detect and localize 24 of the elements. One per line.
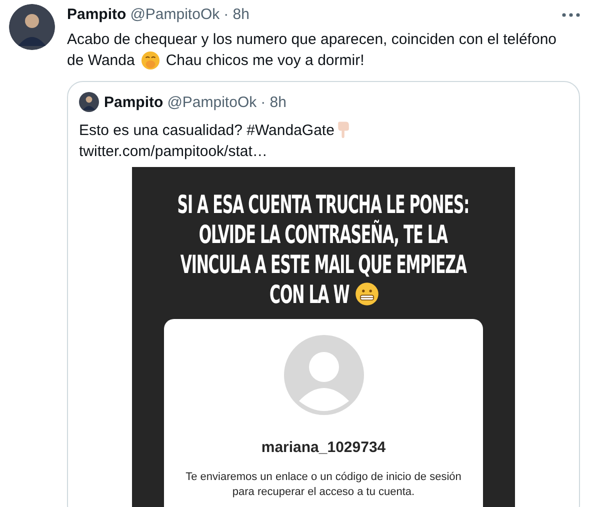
profile-silhouette-icon bbox=[284, 335, 364, 415]
face-hand-over-mouth-icon bbox=[140, 51, 160, 70]
tweet-text: de Wanda bbox=[67, 51, 135, 71]
author-name[interactable]: Pampito bbox=[67, 6, 126, 23]
author-handle[interactable]: @PampitoOk bbox=[130, 6, 220, 23]
story-headline: VINCULA A ESTE MAIL QUE EMPIEZA bbox=[180, 250, 467, 278]
grimacing-face-icon bbox=[354, 282, 379, 306]
tweet-time: · 8h bbox=[260, 94, 286, 110]
avatar-photo-placeholder[interactable] bbox=[9, 4, 55, 50]
quoted-tweet-text: Esto es una casualidad? #WandaGate bbox=[79, 122, 334, 139]
author-name: Pampito bbox=[104, 94, 164, 110]
more-options-icon[interactable] bbox=[562, 12, 580, 16]
username: mariana_1029734 bbox=[261, 439, 386, 456]
tweet-text: Chau chicos me voy a dormir! bbox=[166, 51, 364, 71]
story-headline: SI A ESA CUENTA TRUCHA LE PONES: bbox=[178, 190, 470, 218]
author-handle: @PampitoOk bbox=[167, 94, 257, 110]
pointing-down-hand-icon bbox=[337, 120, 350, 138]
avatar-photo-placeholder bbox=[79, 92, 99, 112]
reset-message: Te enviaremos un enlace o un código de inicio de sesión para recuperar el acceso a tu cuenta. bbox=[184, 470, 462, 500]
story-headline: CON LA W bbox=[270, 280, 350, 308]
tweet-text: Acabo de chequear y los numero que aparecen, coinciden con el teléfono bbox=[67, 30, 558, 50]
story-headline: OLVIDE LA CONTRASEÑA, TE LA bbox=[199, 220, 448, 248]
tweet-link[interactable]: twitter.com/pampitook/stat… bbox=[79, 142, 268, 161]
tweet-time[interactable]: · 8h bbox=[224, 6, 250, 23]
